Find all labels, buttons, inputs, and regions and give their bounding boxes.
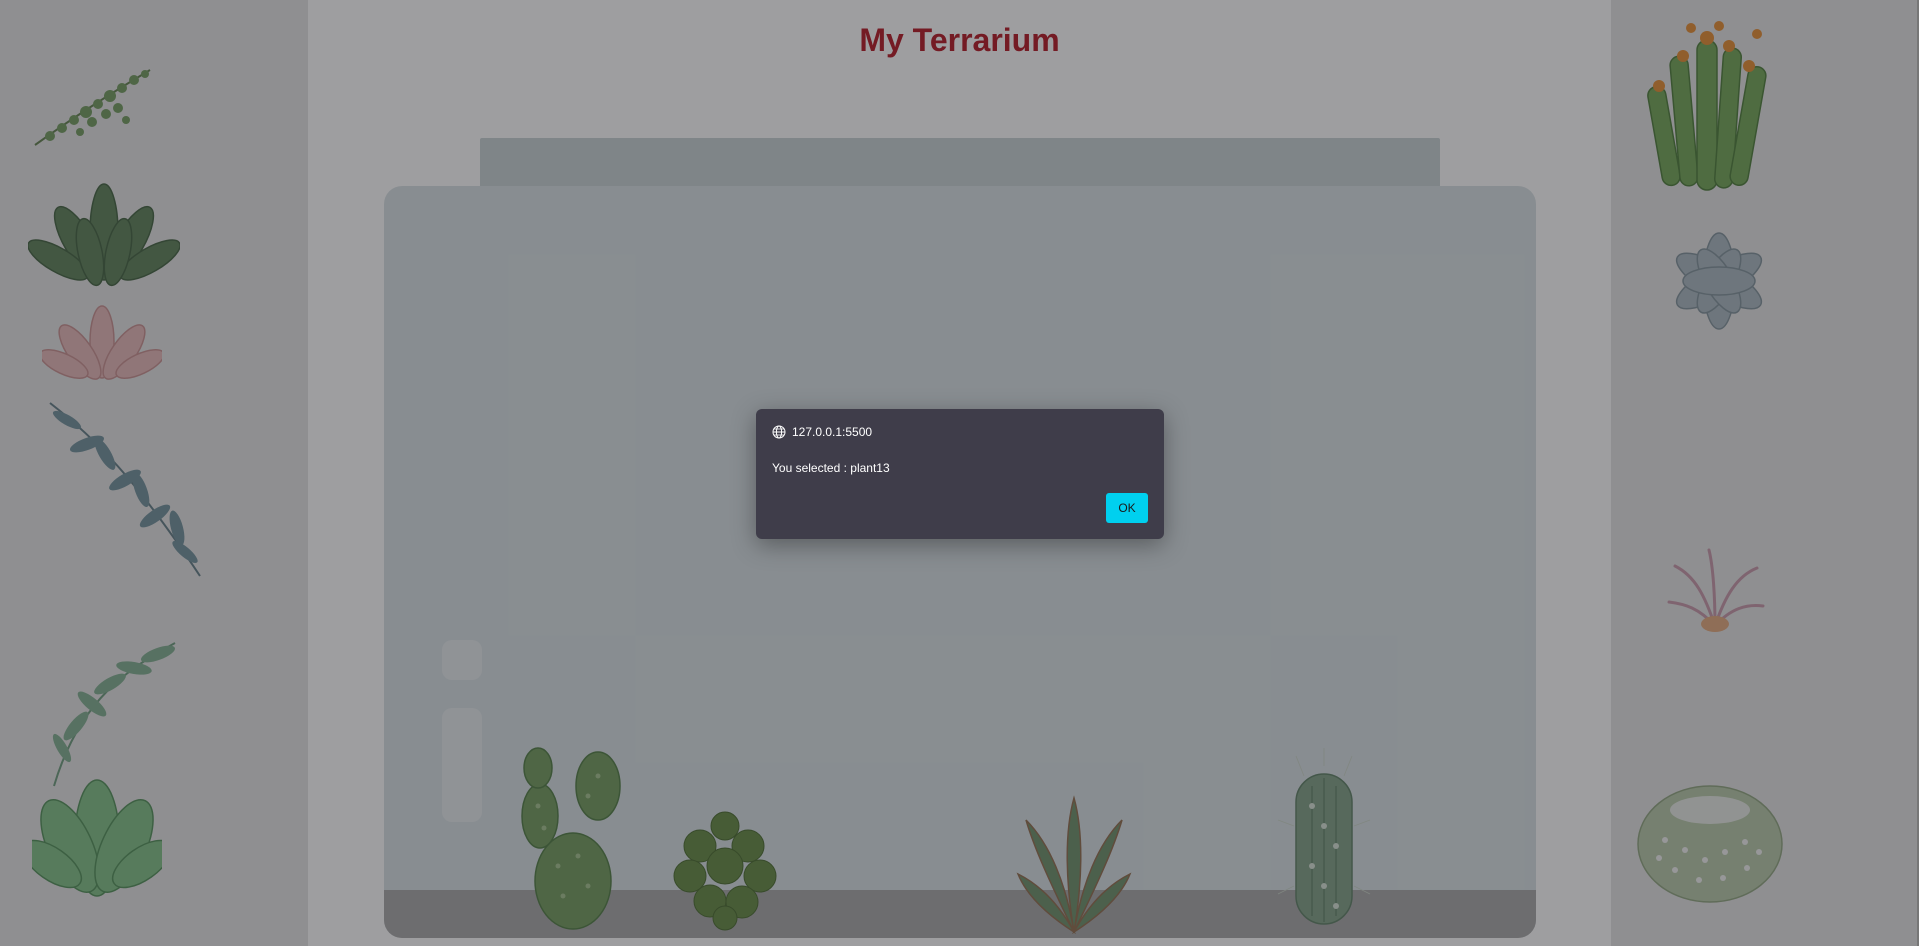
dialog-origin: 127.0.0.1:5500 — [792, 425, 873, 439]
globe-icon — [772, 425, 786, 439]
dialog-header: 127.0.0.1:5500 — [772, 425, 872, 439]
ok-button[interactable]: OK — [1106, 493, 1148, 523]
dialog-message: You selected : plant13 — [772, 461, 890, 475]
page: My Terrarium 127.0.0.1:5500 You selected… — [0, 0, 1919, 946]
alert-dialog: 127.0.0.1:5500 You selected : plant13 OK — [756, 409, 1164, 539]
